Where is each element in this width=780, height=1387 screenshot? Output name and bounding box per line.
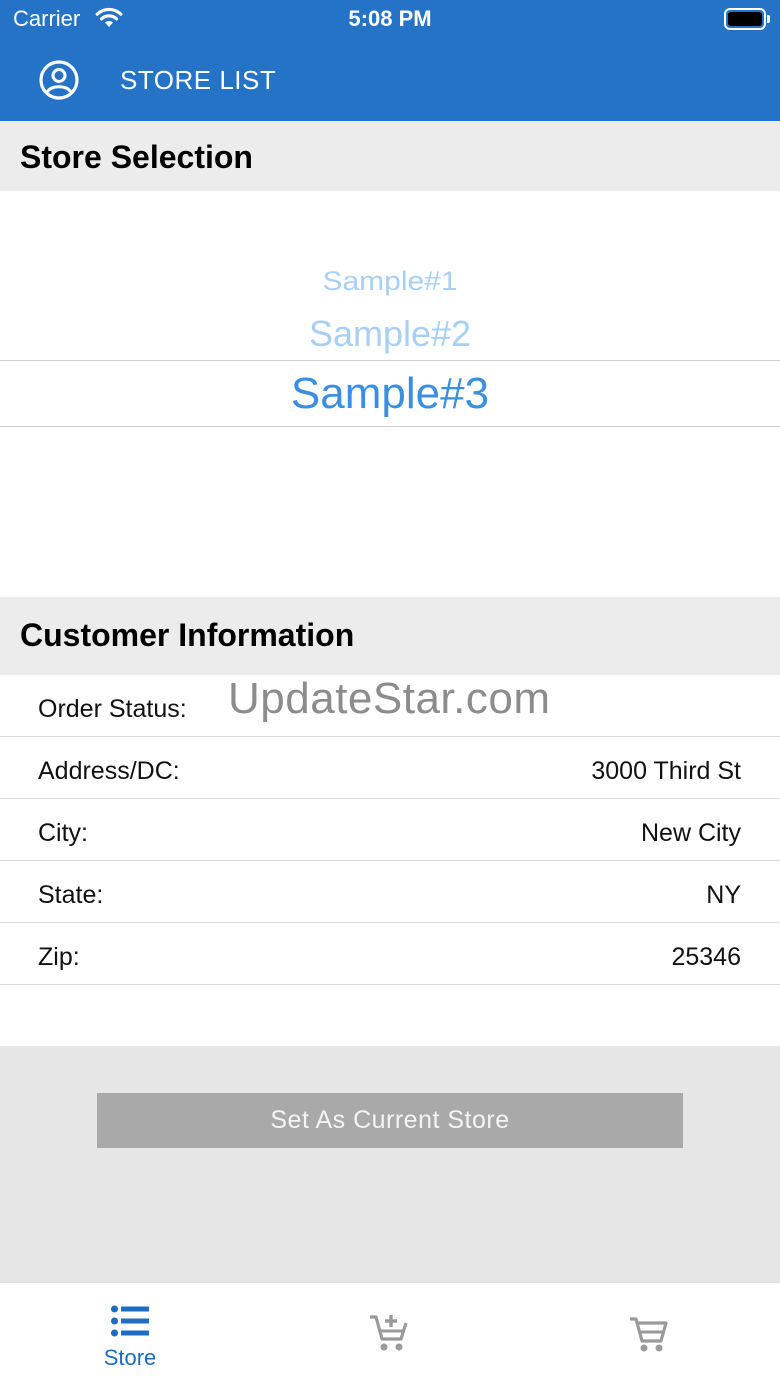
app-header: Carrier 5:08 PM STORE LIST [0, 0, 780, 121]
city-value: New City [640, 819, 741, 847]
store-picker[interactable]: Sample#1 Sample#2 Sample#3 [0, 191, 780, 597]
account-circle-icon[interactable] [38, 59, 80, 101]
tab-store[interactable]: Store [0, 1283, 260, 1387]
tab-add-to-cart[interactable] [260, 1283, 520, 1387]
zip-row: Zip: 25346 [0, 923, 780, 985]
tab-bar: Store [0, 1282, 780, 1387]
status-bar: Carrier 5:08 PM [0, 0, 780, 40]
picker-option-selected[interactable]: Sample#3 [0, 369, 780, 419]
store-selection-header: Store Selection [0, 121, 780, 191]
address-label: Address/DC: [38, 757, 180, 785]
cart-icon [630, 1317, 668, 1352]
tab-store-label: Store [103, 1345, 157, 1370]
add-to-cart-icon [370, 1315, 408, 1351]
order-status-label: Order Status: [38, 695, 187, 723]
tab-cart[interactable] [520, 1283, 780, 1387]
store-selection-title: Store Selection [20, 139, 253, 175]
picker-option[interactable]: Sample#2 [0, 313, 780, 355]
set-current-store-button[interactable]: Set As Current Store [97, 1093, 683, 1148]
city-label: City: [38, 819, 88, 847]
clock: 5:08 PM [348, 6, 432, 31]
picker-selection-line-top [0, 360, 780, 361]
zip-label: Zip: [38, 943, 80, 971]
watermark: UpdateStar.com [228, 674, 551, 723]
picker-selection-line-bottom [0, 426, 780, 427]
address-value: 3000 Third St [591, 757, 741, 785]
customer-info-header: Customer Information [0, 597, 780, 675]
page-title: STORE LIST [120, 65, 277, 95]
state-row: State: NY [0, 861, 780, 923]
battery-icon [724, 8, 770, 30]
action-panel: Set As Current Store [0, 1046, 780, 1282]
state-value: NY [706, 881, 741, 909]
customer-info-title: Customer Information [20, 617, 355, 653]
list-icon [111, 1305, 149, 1337]
zip-value: 25346 [671, 943, 741, 971]
state-label: State: [38, 881, 104, 909]
city-row: City: New City [0, 799, 780, 861]
picker-option[interactable]: Sample#1 [0, 267, 780, 297]
address-row: Address/DC: 3000 Third St [0, 737, 780, 799]
